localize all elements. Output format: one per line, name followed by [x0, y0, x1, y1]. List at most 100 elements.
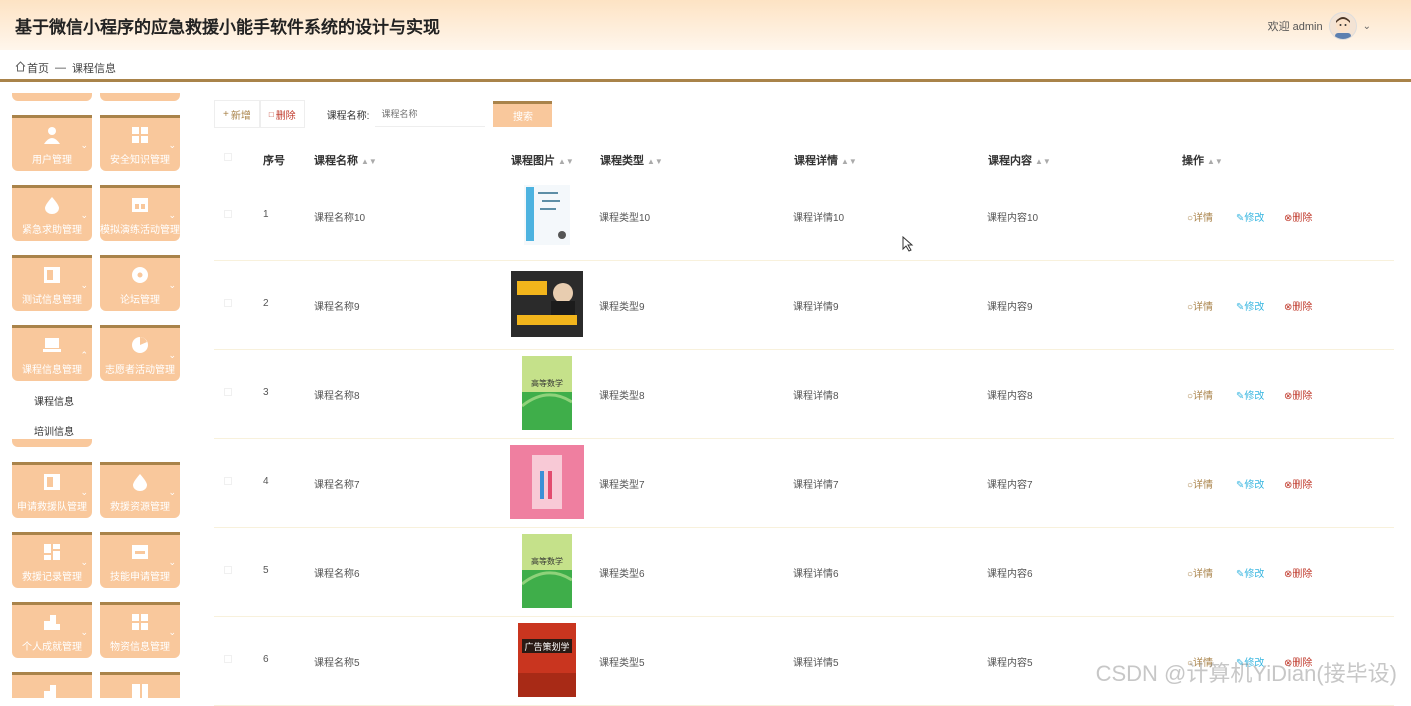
- cell-name: 课程名称7: [314, 476, 360, 491]
- panel-icon: [131, 683, 149, 698]
- sidebar-item-rescue-resource[interactable]: ⌄ 救援资源管理: [100, 462, 180, 518]
- sidebar-item-skill-application[interactable]: ⌄ 技能申请管理: [100, 532, 180, 588]
- row-checkbox[interactable]: [224, 299, 232, 307]
- edit-link[interactable]: ✎修改: [1236, 476, 1264, 491]
- header-content[interactable]: 课程内容▲▼: [988, 152, 1051, 168]
- sidebar-item-rescue-team[interactable]: ⌄ 申请救援队管理: [12, 462, 92, 518]
- header-name[interactable]: 课程名称▲▼: [314, 152, 377, 168]
- avatar[interactable]: [1329, 12, 1357, 40]
- chevron-down-icon[interactable]: ⌄: [1363, 21, 1371, 32]
- sidebar-item-course-info[interactable]: ⌃ 课程信息管理: [12, 325, 92, 381]
- sort-icon: ▲▼: [647, 157, 663, 166]
- edit-link[interactable]: ✎修改: [1236, 565, 1264, 580]
- sidebar-item-label: 用户管理: [12, 151, 92, 166]
- sidebar-item-forum[interactable]: ⌄ 论坛管理: [100, 255, 180, 311]
- search-input[interactable]: [375, 101, 485, 127]
- trash-icon: □: [269, 110, 274, 119]
- sidebar-item-more[interactable]: [12, 672, 92, 698]
- grid-icon: [131, 126, 149, 144]
- sidebar-item-drill-activity[interactable]: ⌄ 模拟演练活动管理: [100, 185, 180, 241]
- home-icon[interactable]: [15, 61, 26, 75]
- sidebar-item-more[interactable]: [100, 672, 180, 698]
- row-checkbox[interactable]: [224, 566, 232, 574]
- detail-link[interactable]: ○详情: [1187, 387, 1213, 402]
- user-menu[interactable]: 欢迎 admin ⌄: [1268, 12, 1371, 40]
- select-all-checkbox[interactable]: [224, 153, 232, 161]
- header-divider: [0, 79, 1411, 82]
- delete-link[interactable]: ⊗删除: [1284, 476, 1312, 491]
- book-cover-math: 高等数学: [510, 356, 584, 430]
- chevron-down-icon: ⌄: [168, 280, 176, 291]
- table-row: 3 课程名称8 高等数学 课程类型8 课程详情8 课程内容8 ○详情 ✎修改 ⊗…: [214, 350, 1394, 439]
- edit-link[interactable]: ✎修改: [1236, 387, 1264, 402]
- header-actions[interactable]: 操作▲▼: [1182, 152, 1223, 168]
- submenu-course-info[interactable]: 课程信息: [34, 393, 74, 408]
- edit-link[interactable]: ✎修改: [1236, 209, 1264, 224]
- breadcrumb-current: 课程信息: [72, 60, 116, 76]
- sidebar-item-rescue-record[interactable]: ⌄ 救援记录管理: [12, 532, 92, 588]
- cell-index: 5: [263, 565, 269, 576]
- panel-icon: [43, 473, 61, 491]
- sidebar-item-label: 物资信息管理: [100, 638, 180, 653]
- sidebar-item-user[interactable]: ⌄ 用户管理: [12, 115, 92, 171]
- sidebar-item-label: 安全知识管理: [100, 151, 180, 166]
- header-type[interactable]: 课程类型▲▼: [600, 152, 663, 168]
- search-button[interactable]: 搜索: [493, 101, 552, 127]
- header-image[interactable]: 课程图片▲▼: [511, 152, 574, 168]
- cell-type: 课程类型6: [599, 565, 645, 580]
- grid-icon: [131, 613, 149, 631]
- sidebar-tile-stub: [12, 439, 92, 447]
- row-checkbox[interactable]: [224, 388, 232, 396]
- search-label: 课程名称:: [327, 107, 370, 122]
- sidebar-item-emergency-help[interactable]: ⌄ 紧急求助管理: [12, 185, 92, 241]
- sidebar-item-supplies[interactable]: ⌄ 物资信息管理: [100, 602, 180, 658]
- grid-icon: [43, 543, 61, 561]
- app-title: 基于微信小程序的应急救援小能手软件系统的设计与实现: [15, 13, 440, 38]
- header-detail[interactable]: 课程详情▲▼: [794, 152, 857, 168]
- row-checkbox[interactable]: [224, 477, 232, 485]
- cell-name: 课程名称10: [314, 209, 365, 224]
- drop-icon: [131, 473, 149, 491]
- cell-detail: 课程详情7: [793, 476, 839, 491]
- sidebar-item-achievement[interactable]: ⌄ 个人成就管理: [12, 602, 92, 658]
- sidebar-item-safety-knowledge[interactable]: ⌄ 安全知识管理: [100, 115, 180, 171]
- chevron-down-icon: ⌄: [168, 487, 176, 498]
- svg-text:高等数学: 高等数学: [531, 556, 563, 566]
- add-button[interactable]: + 新增: [214, 100, 260, 128]
- chevron-down-icon: ⌄: [168, 350, 176, 361]
- sidebar-item-test-info[interactable]: ⌄ 测试信息管理: [12, 255, 92, 311]
- panel-icon: [43, 266, 61, 284]
- cell-name: 课程名称8: [314, 387, 360, 402]
- table-row: 4 课程名称7 课程类型7 课程详情7 课程内容7 ○详情 ✎修改 ⊗删除: [214, 439, 1394, 528]
- cell-index: 4: [263, 476, 269, 487]
- edit-link[interactable]: ✎修改: [1236, 298, 1264, 313]
- delete-link[interactable]: ⊗删除: [1284, 387, 1312, 402]
- laptop-icon: [43, 336, 61, 354]
- breadcrumb-home[interactable]: 首页: [27, 60, 49, 76]
- cell-name: 课程名称9: [314, 298, 360, 313]
- delete-link[interactable]: ⊗删除: [1284, 565, 1312, 580]
- sidebar-item-volunteer-activity[interactable]: ⌄ 志愿者活动管理: [100, 325, 180, 381]
- row-checkbox[interactable]: [224, 210, 232, 218]
- chevron-down-icon: ⌄: [80, 487, 88, 498]
- drop-icon: [43, 196, 61, 214]
- book-cover-math: 高等数学: [510, 534, 584, 608]
- svg-text:广告策划学: 广告策划学: [524, 641, 569, 653]
- chevron-down-icon: ⌄: [80, 627, 88, 638]
- detail-link[interactable]: ○详情: [1187, 298, 1213, 313]
- detail-link[interactable]: ○详情: [1187, 209, 1213, 224]
- detail-link[interactable]: ○详情: [1187, 565, 1213, 580]
- cell-content: 课程内容9: [987, 298, 1033, 313]
- cell-detail: 课程详情8: [793, 387, 839, 402]
- delete-button[interactable]: □ 删除: [260, 100, 305, 128]
- row-checkbox[interactable]: [224, 655, 232, 663]
- pie-icon: [131, 336, 149, 354]
- sidebar-tile-stub: [12, 93, 92, 101]
- detail-link[interactable]: ○详情: [1187, 476, 1213, 491]
- cell-content: 课程内容10: [987, 209, 1038, 224]
- cell-index: 1: [263, 209, 269, 220]
- delete-link[interactable]: ⊗删除: [1284, 209, 1312, 224]
- submenu-training-info[interactable]: 培训信息: [34, 423, 74, 438]
- delete-link[interactable]: ⊗删除: [1284, 298, 1312, 313]
- store-icon: [131, 543, 149, 561]
